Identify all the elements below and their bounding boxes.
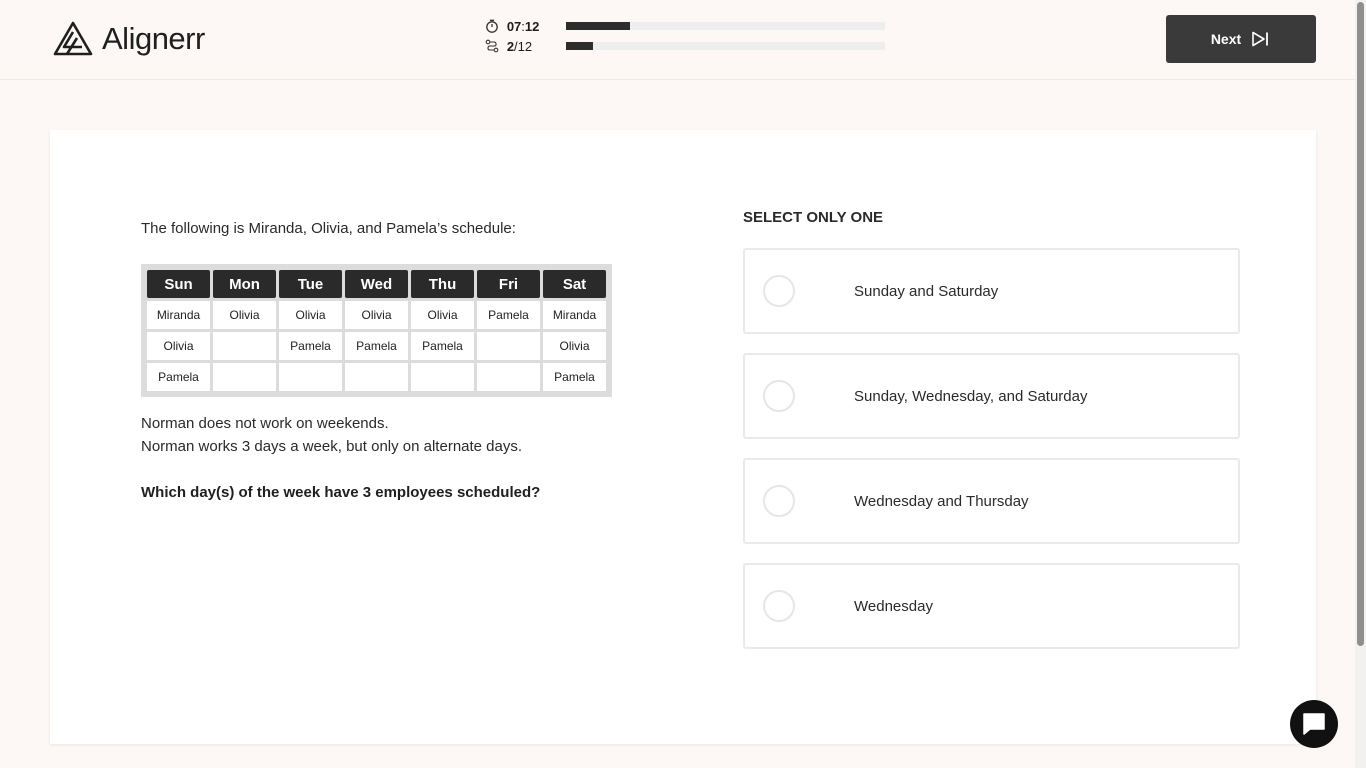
note-text: Norman does not work on weekends. (141, 415, 389, 432)
table-row: Pamela Pamela (147, 363, 606, 391)
top-bar: Alignerr 07:12 2/12 Next (0, 0, 1355, 80)
next-button[interactable]: Next (1166, 15, 1316, 63)
radio-button[interactable] (763, 275, 795, 307)
schedule-cell (411, 363, 474, 391)
schedule-cell: Olivia (213, 301, 276, 329)
answer-option-label: Wednesday and Thursday (854, 492, 1029, 510)
note-text: Norman works 3 days a week, but only on … (141, 438, 523, 455)
schedule-cell (213, 332, 276, 360)
question-progress-bar (566, 42, 885, 50)
answer-option-label: Sunday, Wednesday, and Saturday (854, 387, 1088, 405)
schedule-cell: Pamela (147, 363, 210, 391)
schedule-cell: Olivia (279, 301, 342, 329)
day-header: Wed (345, 270, 408, 298)
scrollbar[interactable] (1355, 0, 1366, 768)
timer-text: 07:12 (506, 18, 540, 34)
chat-bubble-icon (1303, 713, 1325, 735)
schedule-cell: Miranda (147, 301, 210, 329)
answer-option-label: Wednesday (854, 597, 933, 615)
answer-option[interactable]: Sunday, Wednesday, and Saturday (743, 353, 1240, 439)
schedule-cell: Miranda (543, 301, 606, 329)
day-header: Mon (213, 270, 276, 298)
timer-row: 07:12 (483, 16, 885, 36)
schedule-cell: Pamela (411, 332, 474, 360)
day-header: Sat (543, 270, 606, 298)
schedule-cell (477, 332, 540, 360)
answer-option-label: Sunday and Saturday (854, 282, 999, 300)
radio-button[interactable] (763, 485, 795, 517)
question-intro: The following is Miranda, Olivia, and Pa… (141, 220, 516, 237)
day-header: Tue (279, 270, 342, 298)
select-instruction: SELECT ONLY ONE (743, 209, 884, 226)
schedule-cell: Olivia (345, 301, 408, 329)
timer-progress-bar (566, 22, 885, 30)
schedule-cell: Pamela (345, 332, 408, 360)
table-row: Olivia Pamela Pamela Pamela Olivia (147, 332, 606, 360)
question-counter: 2/12 (506, 38, 533, 54)
radio-button[interactable] (763, 380, 795, 412)
schedule-cell: Olivia (543, 332, 606, 360)
table-row: Miranda Olivia Olivia Olivia Olivia Pame… (147, 301, 606, 329)
answer-option[interactable]: Sunday and Saturday (743, 248, 1240, 334)
progress-block: 07:12 2/12 (483, 16, 885, 56)
schedule-cell (477, 363, 540, 391)
schedule-cell (279, 363, 342, 391)
next-button-label: Next (1210, 31, 1242, 47)
timer-progress-fill (566, 22, 630, 30)
schedule-cell: Olivia (147, 332, 210, 360)
schedule-header-row: Sun Mon Tue Wed Thu Fri Sat (147, 270, 606, 298)
counter-row: 2/12 (483, 36, 885, 56)
schedule-cell: Pamela (543, 363, 606, 391)
schedule-cell: Olivia (411, 301, 474, 329)
day-header: Thu (411, 270, 474, 298)
schedule-table: Sun Mon Tue Wed Thu Fri Sat Miranda Oliv… (141, 264, 612, 397)
day-header: Sun (147, 270, 210, 298)
day-header: Fri (477, 270, 540, 298)
schedule-cell (345, 363, 408, 391)
question-card: The following is Miranda, Olivia, and Pa… (50, 130, 1316, 744)
answer-option[interactable]: Wednesday and Thursday (743, 458, 1240, 544)
route-icon (483, 37, 501, 55)
scrollbar-thumb[interactable] (1357, 2, 1364, 646)
stopwatch-icon (483, 17, 501, 35)
skip-forward-icon (1252, 31, 1269, 47)
question-prompt: Which day(s) of the week have 3 employee… (141, 484, 541, 501)
question-progress-fill (566, 42, 593, 50)
chat-button[interactable] (1290, 700, 1338, 748)
aligner-logo-icon (53, 21, 93, 56)
schedule-cell (213, 363, 276, 391)
answer-option[interactable]: Wednesday (743, 563, 1240, 649)
logo-text: Alignerr (102, 21, 205, 56)
schedule-cell: Pamela (477, 301, 540, 329)
logo: Alignerr (53, 21, 205, 57)
radio-button[interactable] (763, 590, 795, 622)
schedule-cell: Pamela (279, 332, 342, 360)
